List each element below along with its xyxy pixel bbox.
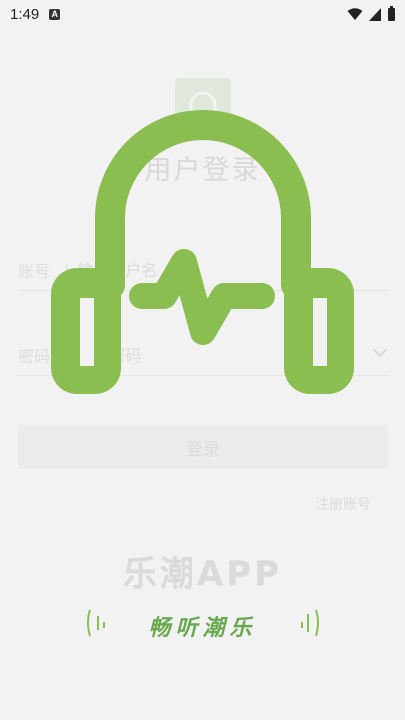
slogan: 畅听潮乐	[148, 615, 257, 641]
slogan-row: 畅听潮乐	[0, 604, 405, 644]
brand-name: 乐潮APP	[122, 554, 283, 594]
sound-wave-right-icon	[301, 609, 319, 637]
